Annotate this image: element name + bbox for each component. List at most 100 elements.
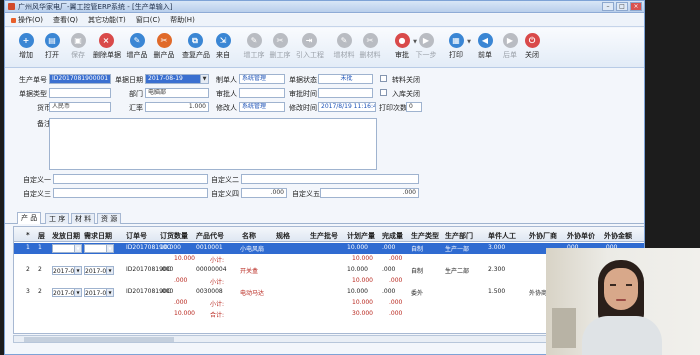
chevron-down-icon[interactable]: ▼ xyxy=(106,245,113,252)
remove-process-icon: ✂ xyxy=(272,33,288,48)
chevron-down-icon[interactable]: ▼ xyxy=(200,75,208,83)
column-header[interactable]: 生产类型 xyxy=(411,231,439,241)
prev-record-icon: ◀ xyxy=(477,33,493,48)
toolbar-button-add-product[interactable]: ✎ 增产品 xyxy=(124,30,150,66)
currency-field[interactable]: 人民币 xyxy=(49,102,111,112)
column-header[interactable]: 外协单价 xyxy=(567,231,595,241)
window-controls: – □ × xyxy=(602,2,642,11)
issue-date-cell[interactable]: 2017-08 ▼ xyxy=(52,244,82,253)
chevron-down-icon[interactable]: ▼ xyxy=(106,267,113,274)
maximize-button[interactable]: □ xyxy=(616,2,628,11)
rate-field[interactable]: 1.000 xyxy=(145,102,209,112)
custom4-field[interactable]: .000 xyxy=(241,188,287,198)
type-field[interactable] xyxy=(49,88,111,98)
rate-label: 汇率 xyxy=(129,104,143,112)
scrollbar-thumb[interactable] xyxy=(24,337,174,342)
column-header[interactable]: 规格 xyxy=(276,231,290,241)
title-bar: 广州风华家电厂-翼工控管ERP系统 - [生产单输入] – □ × xyxy=(5,1,644,13)
toolbar-button-close[interactable]: ⏻ 关闭 xyxy=(519,30,545,66)
close-window-button[interactable]: × xyxy=(630,2,642,11)
next-step-icon: ▶ xyxy=(418,33,434,48)
grid-cell-done: .000 xyxy=(382,288,396,295)
custom1-field[interactable] xyxy=(53,174,208,184)
custom3-field[interactable] xyxy=(53,188,208,198)
toolbar-label: 审批 xyxy=(395,51,409,59)
source-icon: ⇲ xyxy=(215,33,231,48)
toolbar-button-print[interactable]: ▦ 打印 ▼ xyxy=(443,30,471,66)
order-no-field[interactable]: ID2017081900001 xyxy=(49,74,111,84)
toolbar-button-source[interactable]: ⇲ 来自 xyxy=(210,30,236,66)
approver-field xyxy=(239,88,285,98)
grid-cell-code: 00000004 xyxy=(196,266,227,273)
chevron-down-icon[interactable]: ▼ xyxy=(74,267,81,274)
need-date-cell[interactable]: 2017-08 ▼ xyxy=(84,266,114,275)
presenter-eye xyxy=(610,284,616,286)
toolbar-label: 删工序 xyxy=(269,51,291,59)
menu-other[interactable]: 其它功能(T) xyxy=(88,15,126,25)
tab-product[interactable]: 产 品 xyxy=(17,212,42,224)
chevron-down-icon[interactable]: ▼ xyxy=(106,289,113,296)
stock-close-checkbox[interactable] xyxy=(380,89,387,96)
issue-date-cell[interactable]: 2017-08 ▼ xyxy=(52,288,82,297)
menu-window[interactable]: 窗口(C) xyxy=(136,15,160,25)
column-header[interactable]: 名称 xyxy=(242,231,256,241)
toolbar-label: 打开 xyxy=(45,51,59,59)
order-date-field[interactable]: 2017-08-19 ▼ xyxy=(145,74,209,84)
column-header[interactable]: 外协厂商 xyxy=(529,231,557,241)
grid-cell-pdept: 生产二部 xyxy=(445,268,470,275)
tab-resource[interactable]: 资 源 xyxy=(97,213,122,224)
total-done: .000 xyxy=(389,310,403,317)
toolbar-button-prev-record[interactable]: ◀ 前单 xyxy=(472,30,498,66)
toolbar-label: 查复产品 xyxy=(182,51,210,59)
custom2-label: 自定义二 xyxy=(211,176,239,184)
tab-material[interactable]: 材 料 xyxy=(71,213,96,224)
grid-cell-done: .000 xyxy=(382,244,396,251)
column-header[interactable]: 计划产量 xyxy=(347,231,375,241)
webcam-overlay xyxy=(546,248,700,355)
column-header[interactable]: 生产部门 xyxy=(445,231,473,241)
custom2-field[interactable] xyxy=(241,174,419,184)
chevron-down-icon[interactable]: ▼ xyxy=(74,245,81,252)
menu-help[interactable]: 帮助(H) xyxy=(170,15,195,25)
toolbar-label: 保存 xyxy=(71,51,85,59)
approve-time-label: 审批时间 xyxy=(289,90,317,98)
remark-textarea[interactable] xyxy=(49,118,377,170)
to-material-checkbox[interactable] xyxy=(380,75,387,82)
custom5-field[interactable]: .000 xyxy=(320,188,419,198)
column-header[interactable]: 发放日期 xyxy=(52,231,80,241)
column-header[interactable]: 订单号 xyxy=(126,231,147,241)
need-date-cell[interactable]: 2017-08 ▼ xyxy=(84,288,114,297)
menu-operate[interactable]: 操作(O) xyxy=(11,15,43,25)
menu-view[interactable]: 查看(Q) xyxy=(53,15,78,25)
need-date-cell[interactable]: 2017-08 ▼ xyxy=(84,244,114,253)
chevron-down-icon[interactable]: ▼ xyxy=(74,289,81,296)
grid-cell-done: .000 xyxy=(382,266,396,273)
toolbar-button-approve[interactable]: ● 审批 ▼ xyxy=(389,30,417,66)
issue-date-cell[interactable]: 2017-08 ▼ xyxy=(52,266,82,275)
toolbar-button-add-process: ✎ 增工序 xyxy=(241,30,267,66)
toolbar-button-delete[interactable]: × 删除单据 xyxy=(93,30,121,66)
column-header[interactable]: 生产批号 xyxy=(310,231,338,241)
column-header[interactable]: 需求日期 xyxy=(84,231,112,241)
tab-process[interactable]: 工 序 xyxy=(45,213,70,224)
order-no-label: 生产单号 xyxy=(19,76,47,84)
toolbar-button-copy-product[interactable]: ⧉ 查复产品 xyxy=(182,30,210,66)
dept-field[interactable]: 电脑部 xyxy=(145,88,209,98)
minimize-button[interactable]: – xyxy=(602,2,614,11)
column-header[interactable]: 完成量 xyxy=(382,231,403,241)
column-header[interactable]: 层 xyxy=(38,231,45,241)
app-root: 24 广州风华家电厂-翼工控管ERP系统 - [生产单输入] – □ × 操作(… xyxy=(0,0,700,355)
toolbar-button-open-doc[interactable]: ▤ 打开 xyxy=(39,30,65,66)
maker-field[interactable]: 系统管理 xyxy=(239,74,285,84)
column-header[interactable]: 外协金额 xyxy=(604,231,632,241)
save-icon: ▣ xyxy=(70,33,86,48)
subtotal-label: 小计: xyxy=(210,301,225,308)
toolbar-button-remove-product[interactable]: ✂ 删产品 xyxy=(151,30,177,66)
column-header[interactable]: 单件人工 xyxy=(488,231,516,241)
toolbar-label: 关闭 xyxy=(525,51,539,59)
toolbar-button-add-doc[interactable]: + 增加 xyxy=(13,30,39,66)
chevron-down-icon[interactable]: ▼ xyxy=(467,39,471,45)
column-header[interactable]: 订货数量 xyxy=(160,231,188,241)
column-header[interactable]: 产品代号 xyxy=(196,231,224,241)
grid-cell-labor: 2.300 xyxy=(488,266,506,273)
